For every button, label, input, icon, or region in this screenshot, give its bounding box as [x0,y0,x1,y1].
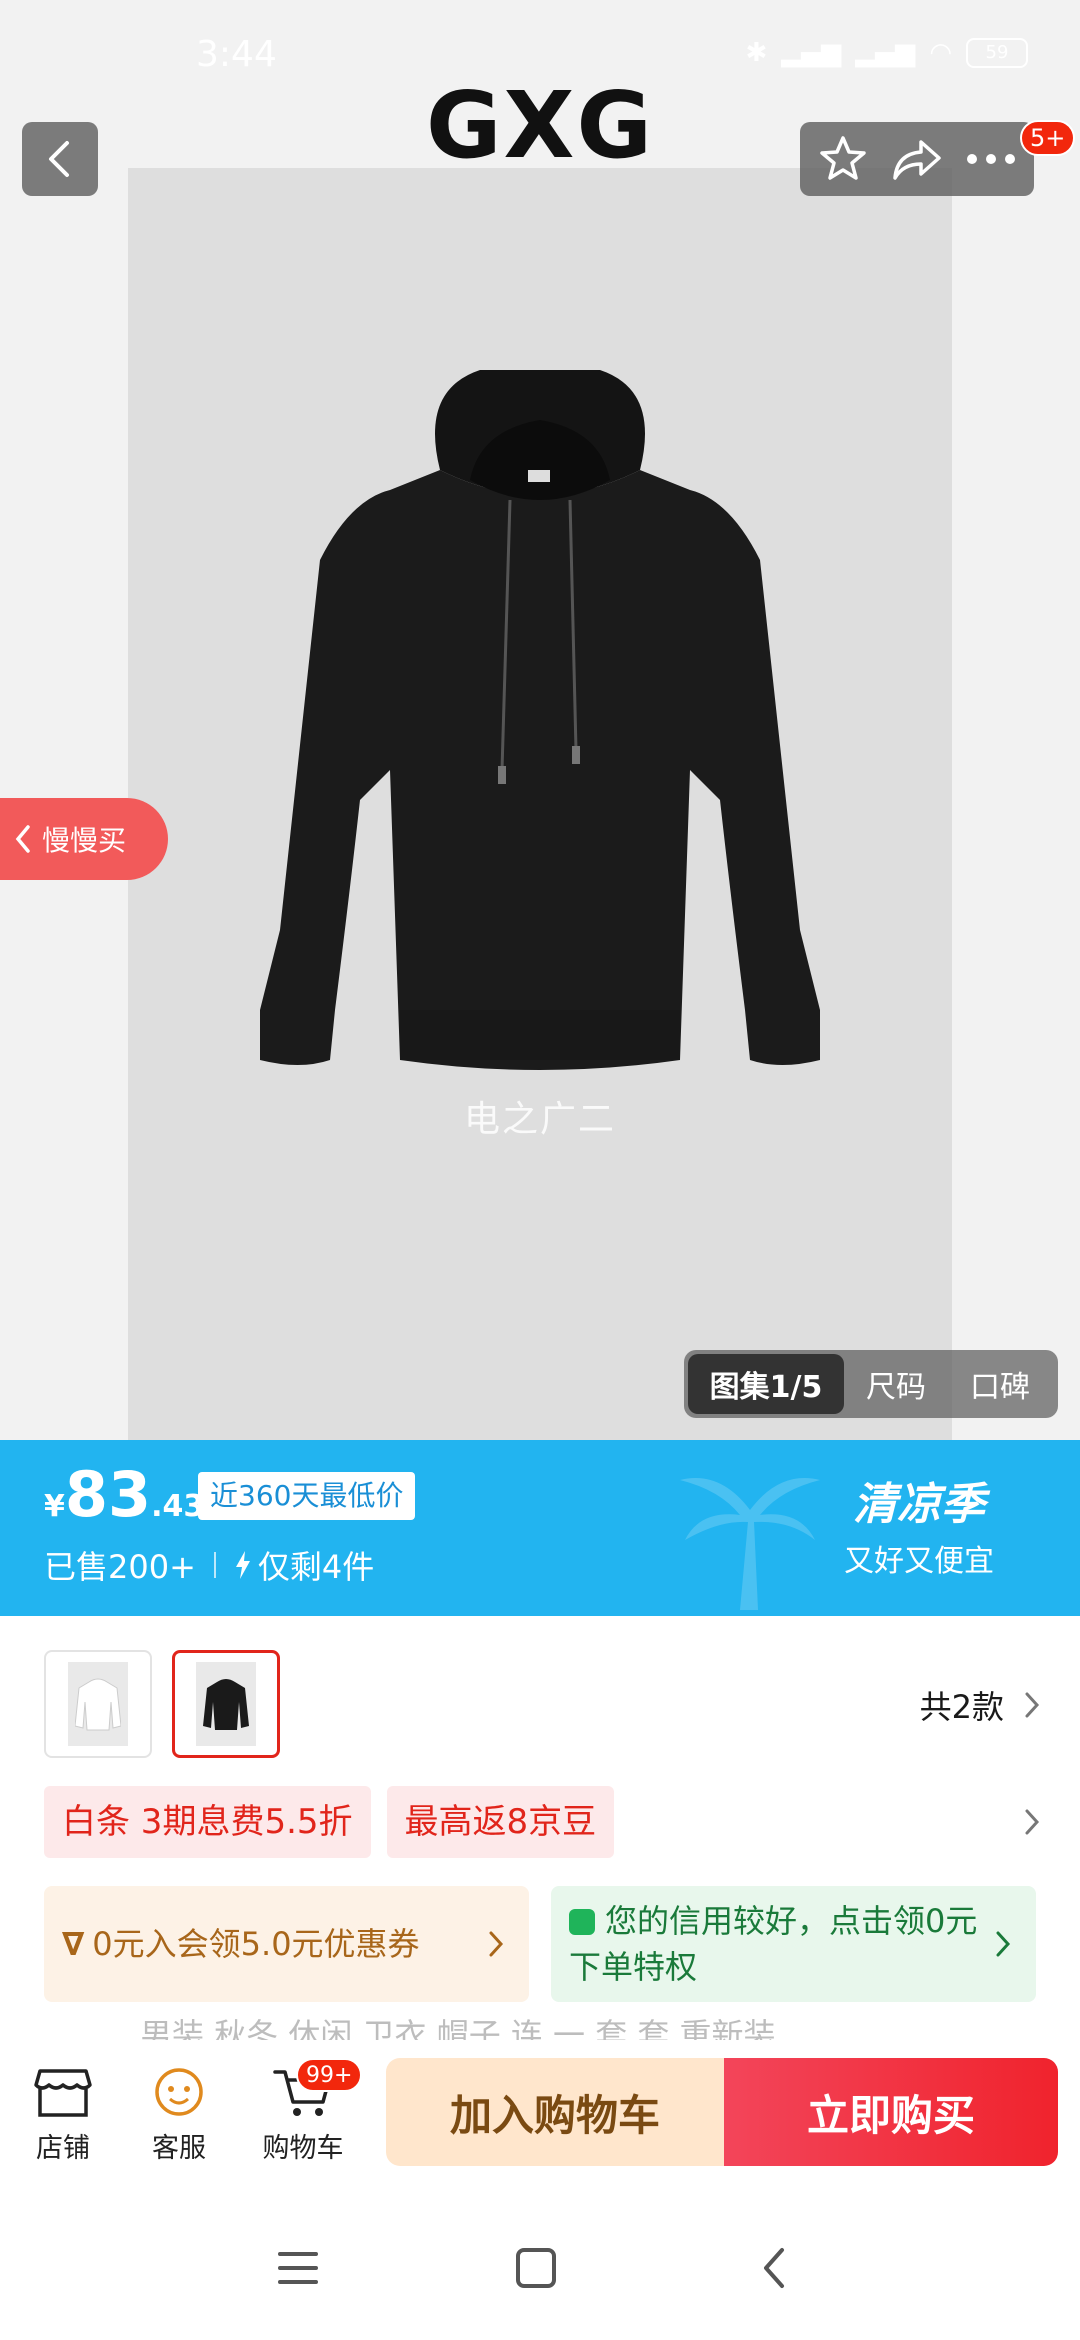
chevron-right-icon [996,1931,1011,1957]
price-integer: 83 [64,1458,152,1531]
home-icon [516,2248,556,2288]
signal-hd-icon: ▂▄▆ [855,38,916,68]
chevron-right-icon [1025,1809,1040,1835]
hoodie-thumb-icon [75,1678,121,1731]
vip-icon: ∇ [62,1925,85,1963]
palm-tree-decoration [680,1478,820,1610]
menu-icon [278,2252,318,2284]
store-label: 店铺 [36,2133,90,2164]
chevron-left-icon [15,825,30,853]
gallery-tabs: 图集1/5 尺码 口碑 [684,1350,1058,1418]
season-title: 清凉季 [853,1479,985,1530]
credit-card[interactable]: 您的信用较好，点击领0元下单特权 [551,1886,1036,2002]
credit-text: 您的信用较好，点击领0元下单特权 [569,1898,988,1990]
home-button[interactable] [506,2240,566,2296]
slow-buy-tab[interactable]: 慢慢买 [0,798,168,880]
promo-row[interactable]: 白条 3期息费5.5折 最高返8京豆 [44,1786,1040,1858]
jingdou-chip[interactable]: 最高返8京豆 [386,1786,615,1858]
tab-gallery[interactable]: 图集1/5 [688,1354,844,1414]
chevron-right-icon [489,1931,504,1957]
variant-count-label: 共2款 [919,1688,1004,1726]
status-time: 3:44 [196,34,277,75]
season-promo[interactable]: 清凉季 又好又便宜 [844,1468,994,1580]
star-icon [820,136,866,180]
hoodie-thumb-icon [203,1679,249,1730]
system-back-button[interactable] [744,2240,804,2296]
membership-coupon-card[interactable]: ∇ 0元入会领5.0元优惠券 [44,1886,529,2002]
shopping-bag-icon [569,1909,595,1935]
hoodie-image [260,370,820,1070]
variant-count[interactable]: 共2款 [920,1682,1040,1728]
customer-service-label: 客服 [152,2133,206,2164]
wifi-icon: ◠ [929,38,952,68]
benefit-cards: ∇ 0元入会领5.0元优惠券 您的信用较好，点击领0元下单特权 [44,1886,1036,2002]
installment-chip[interactable]: 白条 3期息费5.5折 [44,1786,371,1858]
product-page: 电之广二 3:44 ✱ ▂▄▆ ▂▄▆ ◠ 59 GXG 5+ 慢慢买 图集1/… [0,0,1080,2340]
share-icon [893,140,941,180]
status-icons: ✱ ▂▄▆ ▂▄▆ ◠ 59 [746,38,1028,68]
back-icon [764,2248,784,2288]
credit-label: 您的信用较好，点击领0元下单特权 [569,1902,978,1986]
add-to-cart-button[interactable]: 加入购物车 [386,2058,724,2166]
stock-remaining: 仅剩4件 [257,1548,375,1586]
share-button[interactable] [887,129,947,189]
membership-coupon-text: ∇ 0元入会领5.0元优惠券 [62,1921,481,1967]
white-hoodie-thumb [68,1662,128,1746]
menu-button[interactable] [268,2240,328,2296]
price-banner: ¥ 83 .43 近360天最低价 已售200+ 仅剩4件 清凉季 又好又便宜 [0,1440,1080,1616]
message-badge: 5+ [1020,120,1076,156]
bluetooth-icon: ✱ [745,38,768,68]
variant-thumb-white[interactable] [44,1650,152,1758]
chevron-right-icon [1025,1692,1040,1718]
product-image-area[interactable]: 电之广二 [0,0,1080,1440]
more-icon [967,154,1015,164]
tab-size[interactable]: 尺码 [844,1354,948,1414]
separator [213,1552,216,1578]
customer-service-icon [124,2060,234,2126]
more-button[interactable] [961,129,1021,189]
brand-logo: GXG [426,71,654,179]
favorite-button[interactable] [813,129,873,189]
cart-badge: 99+ [296,2058,363,2092]
store-icon [8,2060,118,2126]
variant-thumb-black[interactable] [172,1650,280,1758]
season-subtitle: 又好又便宜 [844,1544,994,1579]
header-actions [800,122,1034,196]
buy-now-button[interactable]: 立即购买 [724,2058,1058,2166]
black-hoodie-thumb [196,1662,256,1746]
price-decimal: .43 [151,1489,205,1524]
sold-count: 已售200+ [44,1548,196,1586]
tab-reviews[interactable]: 口碑 [948,1354,1052,1414]
price-currency: ¥ [44,1489,65,1524]
sales-info: 已售200+ 仅剩4件 [44,1542,374,1588]
slow-buy-label: 慢慢买 [42,824,127,857]
customer-service-button[interactable]: 客服 [124,2060,234,2165]
variant-selector: 共2款 [0,1616,1080,1768]
price: ¥ 83 .43 [44,1458,204,1531]
lowest-price-tag: 近360天最低价 [198,1472,416,1520]
stock-info: 仅剩4件 [234,1542,374,1588]
signal-hd-icon: ▂▄▆ [781,38,842,68]
image-watermark: 电之广二 [463,1099,616,1140]
cart-label: 购物车 [262,2133,344,2164]
back-button[interactable] [22,122,98,196]
battery-icon: 59 [966,38,1028,68]
membership-coupon-label: 0元入会领5.0元优惠券 [92,1925,420,1963]
lightning-icon [235,1551,250,1579]
store-button[interactable]: 店铺 [8,2060,118,2165]
back-icon [49,141,69,177]
